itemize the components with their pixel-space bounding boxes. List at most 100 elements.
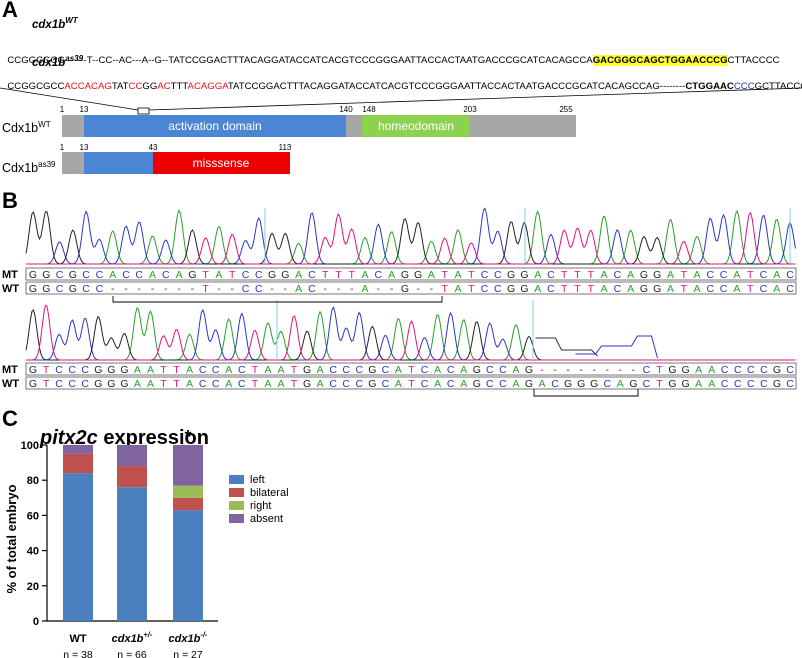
tick-mut-13: 13 xyxy=(80,143,89,152)
row1-wt-base: - xyxy=(350,283,354,295)
row1-mt-base: G xyxy=(29,269,37,281)
bar-segment-bilateral xyxy=(173,497,203,511)
row1-mt-base: A xyxy=(109,269,116,281)
row2-mt-base: - xyxy=(606,364,610,376)
row2-mt-base: G xyxy=(303,364,311,376)
trace-t xyxy=(26,211,796,265)
row1-wt-base: G xyxy=(42,283,50,295)
row2-mt-base: T xyxy=(252,364,259,376)
row1-mt-base: C xyxy=(255,269,263,281)
row1-wt-base: A xyxy=(454,283,461,295)
row1-mt-base: T xyxy=(468,269,475,281)
significance-asterisk: * xyxy=(184,427,191,447)
row1-wt-base: T xyxy=(747,283,754,295)
row1-wt-base: G xyxy=(640,283,648,295)
bar-segment-bilateral xyxy=(63,453,93,474)
row1-mt-base: A xyxy=(454,269,461,281)
row1-mt-base: G xyxy=(401,269,409,281)
row2-mt-base: A xyxy=(317,364,324,376)
row1-wt-base: C xyxy=(614,283,622,295)
wt-nucleotide-sequence: CCGGCGCC-------T--CC--AC---A--G--TATCCGG… xyxy=(7,55,780,66)
x-category-label: WT xyxy=(69,633,86,645)
protein-mut-backbone xyxy=(62,152,84,174)
y-axis-ticks: 0 20 40 60 80 100 xyxy=(21,440,47,628)
row2-mt-base: G xyxy=(668,364,676,376)
row1-wt-base: G xyxy=(520,283,528,295)
row1-wt-base: - xyxy=(177,283,181,295)
row1-mt-base: G xyxy=(188,269,196,281)
legend-swatch-left xyxy=(229,475,244,484)
row1-mt-base: C xyxy=(375,269,383,281)
row2-mt-base: C xyxy=(329,364,337,376)
row1-wt-base: - xyxy=(124,283,128,295)
row2-mt-base: A xyxy=(695,364,702,376)
stacked-bars xyxy=(63,445,203,621)
row1-wt-label: WT xyxy=(2,283,19,295)
row1-wt-base: A xyxy=(295,283,302,295)
row1-mt-base: G xyxy=(268,269,276,281)
row2-deletion-bracket xyxy=(533,389,639,397)
row2-mt-base: A xyxy=(134,364,141,376)
row2-mt-base: C xyxy=(499,364,507,376)
row1-wt-base: G xyxy=(507,283,515,295)
row1-wt-base: - xyxy=(390,283,394,295)
row2-mt-base: C xyxy=(760,364,768,376)
row1-mt-base: C xyxy=(786,269,794,281)
row1-mt-base: A xyxy=(149,269,156,281)
trace-c xyxy=(26,207,796,265)
deleted-region-highlight: GACGGGCAGCTGGAACCCG xyxy=(592,55,728,66)
row1-wt-base: C xyxy=(494,283,502,295)
sample-size-label: n = 66 xyxy=(117,649,147,658)
tick-wt-13: 13 xyxy=(80,105,89,114)
row1-wt-base: A xyxy=(534,283,541,295)
row2-mt-base: C xyxy=(212,364,220,376)
bar-segment-absent xyxy=(173,445,203,486)
mutant-gene-name: cdx1bas39 xyxy=(32,54,84,69)
row1-mt-base: A xyxy=(601,269,608,281)
bar-segment-absent xyxy=(117,445,147,467)
row1-wt-base: G xyxy=(69,283,77,295)
row2-mt-base: G xyxy=(94,364,102,376)
chart-legend: leftbilateralrightabsent xyxy=(229,474,289,525)
bar-segment-absent xyxy=(63,445,93,454)
row1-mt-base: T xyxy=(588,269,595,281)
row2-mt-base: - xyxy=(632,364,636,376)
row2-mt-base: A xyxy=(434,364,441,376)
row1-mt-base: T xyxy=(561,269,568,281)
row2-mt-base: C xyxy=(734,364,742,376)
row1-mt-base: C xyxy=(96,269,104,281)
chromatogram-row-1 xyxy=(25,207,796,265)
row2-mt-base: G xyxy=(120,364,128,376)
row2-mt-base: G xyxy=(29,364,37,376)
row1-mt-base: A xyxy=(295,269,302,281)
wt-gene-name: cdx1bWT xyxy=(32,16,78,31)
row1-wt-base: T xyxy=(561,283,568,295)
row1-wt-base: - xyxy=(430,283,434,295)
row2-mt-base: C xyxy=(643,364,651,376)
row2-mt-base: T xyxy=(291,364,298,376)
legend-swatch-right xyxy=(229,501,244,510)
row1-mt-base: A xyxy=(773,269,780,281)
tick-mut-113: 113 xyxy=(279,143,292,152)
row1-mt-base: A xyxy=(534,269,541,281)
tick-wt-148: 148 xyxy=(362,105,376,114)
row1-mt-base: C xyxy=(760,269,768,281)
row2-mt-base: A xyxy=(277,364,284,376)
row2-mt-base: G xyxy=(107,364,115,376)
row1-mt-base: T xyxy=(747,269,754,281)
row1-wt-base: - xyxy=(191,283,195,295)
row1-wt-base: C xyxy=(720,283,728,295)
legend-label-absent: absent xyxy=(250,513,283,525)
row2-mt-base: - xyxy=(579,364,583,376)
row1-mt-base: A xyxy=(176,269,183,281)
row1-mt-base: C xyxy=(494,269,502,281)
row1-mt-base: T xyxy=(348,269,355,281)
row1-mt-base: A xyxy=(693,269,700,281)
row1-wt-base: C xyxy=(707,283,715,295)
row2-mt-base: C xyxy=(382,364,390,376)
legend-swatch-absent xyxy=(229,514,244,523)
protein-mut-activation xyxy=(84,152,153,174)
row1-mt-base: C xyxy=(720,269,728,281)
legend-label-left: left xyxy=(250,474,265,486)
row1-mt-base: A xyxy=(667,269,674,281)
